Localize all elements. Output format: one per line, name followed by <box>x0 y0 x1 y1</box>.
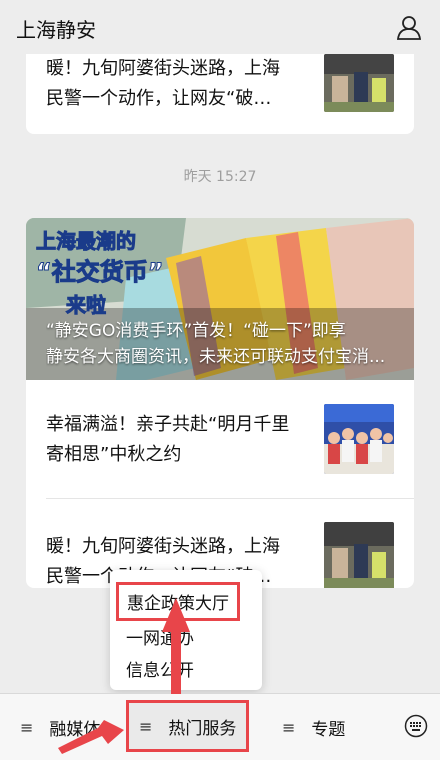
hero-caption-line2: 静安各大商圈资讯，未来还可联动支付宝消... <box>46 347 386 367</box>
list-item[interactable]: 幸福满溢！亲子共赴“明月千里寄相思”中秋之约 <box>26 404 414 498</box>
menu-item-enterprise-policy[interactable]: 惠企政策大厅 <box>116 582 240 621</box>
tab-label: 融媒体 <box>49 719 101 740</box>
article-title[interactable]: 幸福满溢！亲子共赴“明月千里寄相思”中秋之约 <box>46 410 296 470</box>
article-card-group: 上海最潮的 “社交货币” 来啦 “静安GO消费手环”首发！“碰一下”即享 静安各… <box>26 218 414 588</box>
article-thumbnail[interactable] <box>324 54 394 112</box>
hero-caption-line1: “静安GO消费手环”首发！“碰一下”即享 <box>46 321 346 341</box>
tab-label: 热门服务 <box>168 718 237 739</box>
bottom-tab-bar: ≡ 融媒体 ≡ 热门服务 ≡ 专题 <box>0 693 440 760</box>
tab-label: 专题 <box>311 719 346 740</box>
menu-icon: ≡ <box>282 717 296 737</box>
svg-text:上海最潮的: 上海最潮的 <box>36 229 136 253</box>
menu-item-info-disclosure[interactable]: 信息公开 <box>126 656 194 681</box>
tab-media[interactable]: ≡ 融媒体 <box>20 694 100 760</box>
menu-icon: ≡ <box>20 717 34 737</box>
tab-topics[interactable]: ≡ 专题 <box>282 694 345 760</box>
hero-banner[interactable]: 上海最潮的 “社交货币” 来啦 “静安GO消费手环”首发！“碰一下”即享 静安各… <box>26 218 414 380</box>
hero-caption[interactable]: “静安GO消费手环”首发！“碰一下”即享 静安各大商圈资讯，未来还可联动支付宝消… <box>46 318 398 370</box>
menu-icon: ≡ <box>139 716 153 736</box>
menu-item-one-stop-service[interactable]: 一网通办 <box>126 624 194 649</box>
tab-hot-services[interactable]: ≡ 热门服务 <box>126 700 250 752</box>
timestamp: 昨天 15:27 <box>183 169 257 185</box>
article-card-top[interactable]: 暖！九旬阿婆街头迷路，上海民警一个动作，让网友“破防”！ <box>26 54 414 134</box>
header-bar: 上海静安 <box>0 0 440 54</box>
svg-text:来啦: 来啦 <box>65 293 106 317</box>
article-thumbnail[interactable] <box>324 404 394 474</box>
svg-text:“社交货币”: “社交货币” <box>36 258 164 286</box>
article-title[interactable]: 暖！九旬阿婆街头迷路，上海民警一个动作，让网友“破防”！ <box>46 54 296 114</box>
page-title: 上海静安 <box>16 18 96 42</box>
divider <box>46 498 414 499</box>
user-icon[interactable] <box>396 14 422 40</box>
article-thumbnail[interactable] <box>324 522 394 588</box>
keyboard-icon[interactable] <box>404 714 428 738</box>
service-popup-menu: 惠企政策大厅 一网通办 信息公开 <box>110 570 262 690</box>
